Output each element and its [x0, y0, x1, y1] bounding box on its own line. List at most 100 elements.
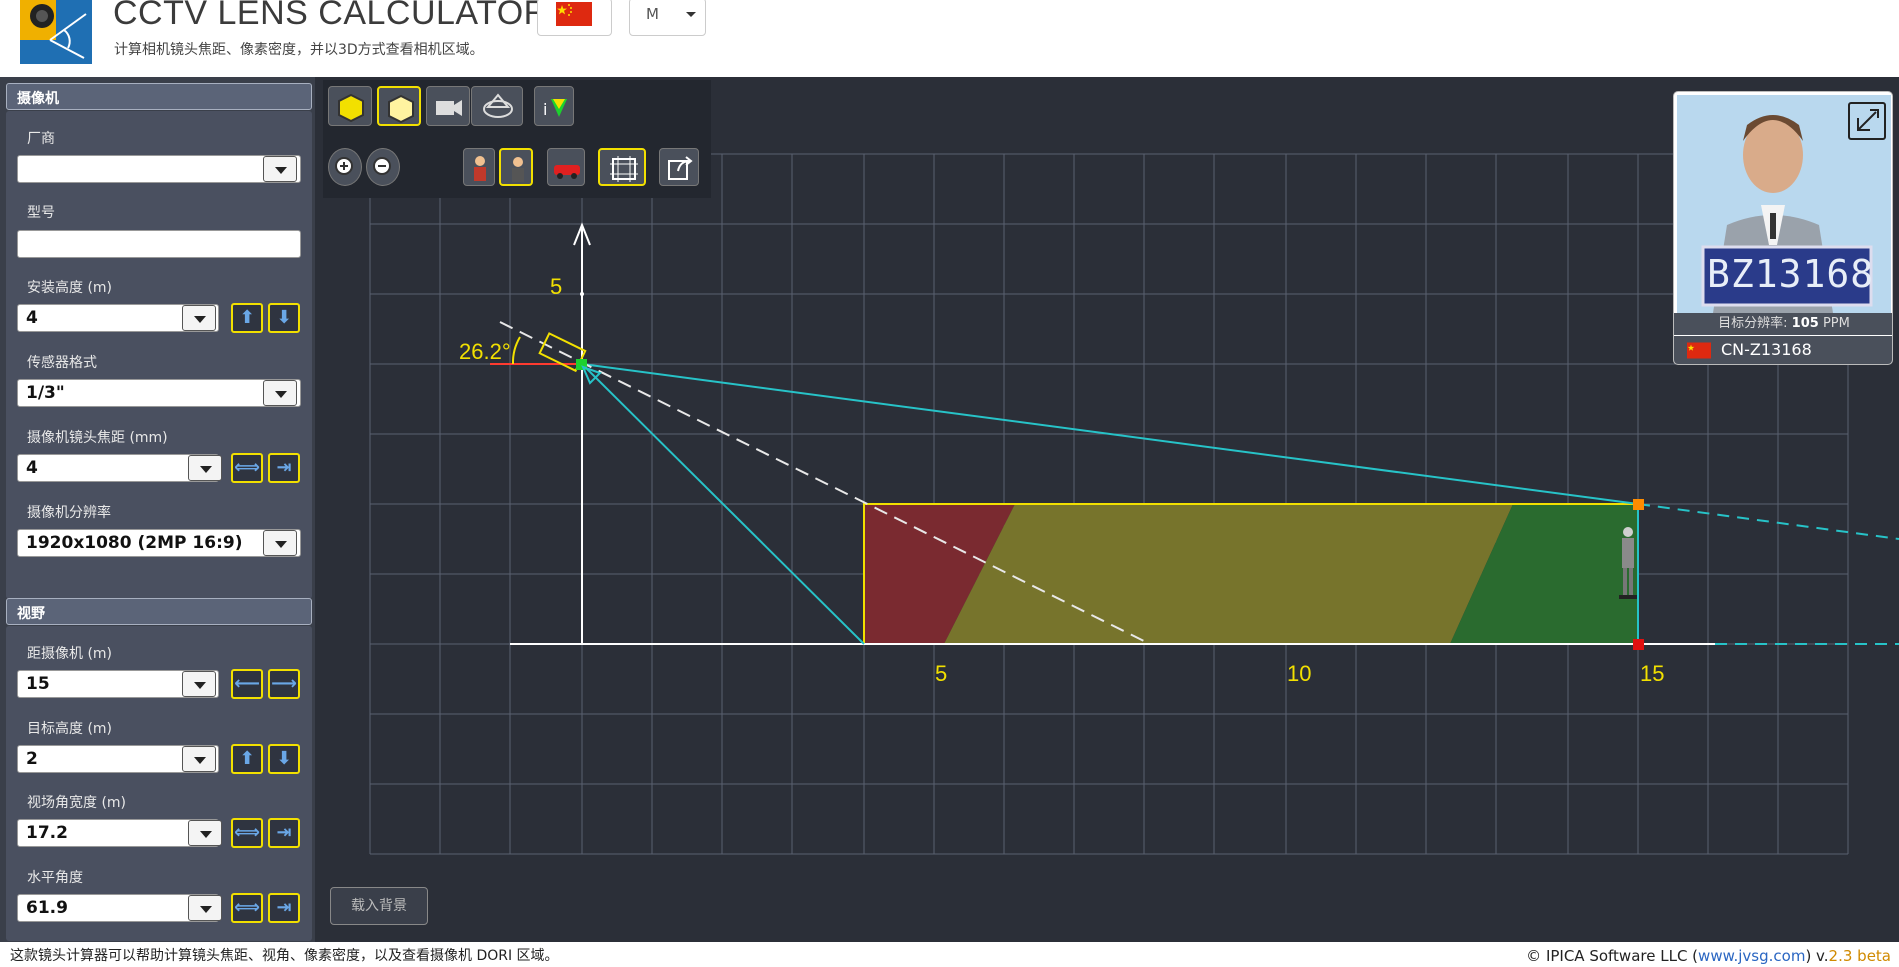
scene-svg: 26.2° 5 5 10 15	[369, 153, 1899, 855]
fov-width-widen-button[interactable]: ⟺	[231, 818, 263, 848]
y-tick-label: 5	[550, 274, 562, 299]
x-tick-label-15: 15	[1640, 661, 1664, 686]
face-icon	[513, 157, 523, 167]
distance-label: 距摄像机 (m)	[27, 646, 113, 662]
model-input[interactable]	[17, 230, 301, 258]
china-flag-icon	[1687, 342, 1711, 359]
target-height-dropdown-button[interactable]	[182, 746, 216, 772]
target-person-button[interactable]	[463, 148, 495, 186]
footer-copyright: © IPICA Software LLC (www.jvsg.com) v.2.…	[1526, 947, 1891, 965]
info-icon: i	[543, 100, 547, 119]
site-link[interactable]: www.jvsg.com	[1698, 947, 1805, 965]
unit-value: M	[646, 5, 659, 23]
focal-dropdown-button[interactable]	[188, 455, 222, 481]
vendor-dropdown-button[interactable]	[263, 156, 297, 182]
target-car-button[interactable]	[547, 148, 585, 186]
plate-id: CN-Z13168	[1721, 340, 1812, 359]
h-angle-narrow-button[interactable]: ⇥	[268, 893, 300, 923]
plate-row[interactable]: CN-Z13168	[1674, 336, 1892, 364]
target-height-down-button[interactable]: ⬇	[268, 744, 300, 774]
copyright-text: © IPICA Software LLC (	[1526, 947, 1699, 965]
toolbar: i	[323, 80, 711, 198]
share-button[interactable]	[659, 148, 699, 186]
car-icon	[554, 165, 580, 175]
focal-narrow-button[interactable]: ⇥	[268, 453, 300, 483]
version-prefix: ) v.	[1805, 947, 1829, 965]
focal-widen-button[interactable]: ⟺	[231, 453, 263, 483]
view-top-button[interactable]	[377, 86, 421, 126]
fov-width-dropdown-button[interactable]	[188, 820, 222, 846]
fov-cone-icon	[483, 100, 513, 118]
person-icon	[475, 156, 485, 166]
zoom-out-button[interactable]	[366, 148, 400, 186]
target-height-up-button[interactable]: ⬆	[231, 744, 263, 774]
resolution-dropdown-button[interactable]	[263, 530, 297, 556]
vendor-label: 厂商	[27, 131, 55, 147]
model-label: 型号	[27, 205, 55, 221]
language-button[interactable]	[537, 0, 612, 36]
zone-yellow	[944, 504, 1513, 644]
ppm-unit: PPM	[1822, 316, 1850, 331]
section-camera-header[interactable]: 摄像机	[6, 83, 312, 110]
mount-height-up-button[interactable]: ⬆	[231, 303, 263, 333]
preview-plate-text: BZ13168	[1707, 252, 1875, 296]
grid-icon	[612, 158, 636, 180]
dori-info-button[interactable]: i	[534, 86, 574, 126]
sensor-label: 传感器格式	[27, 355, 97, 371]
ppm-row: 目标分辨率: 105 PPM	[1674, 313, 1892, 335]
ppm-value: 105	[1791, 316, 1819, 331]
version-text: 2.3 beta	[1828, 947, 1891, 965]
resolution-preview-panel: BZ13168 目标分辨率: 105 PPM CN-Z13168	[1673, 91, 1893, 365]
view-fov-button[interactable]	[471, 86, 523, 126]
camera-view-icon	[436, 101, 454, 115]
x-tick-label-5: 5	[935, 661, 947, 686]
section-view-header[interactable]: 视野	[6, 598, 312, 625]
distance-dropdown-button[interactable]	[182, 671, 216, 697]
fov-width-narrow-button[interactable]: ⇥	[268, 818, 300, 848]
vendor-select[interactable]	[17, 155, 301, 183]
angle-label: 26.2°	[459, 339, 511, 364]
sensor-dropdown-button[interactable]	[263, 380, 297, 406]
app-title: CCTV LENS CALCULATOR	[113, 0, 549, 32]
scene-canvas[interactable]: 26.2° 5 5 10 15	[315, 77, 1899, 942]
focal-label: 摄像机镜头焦距 (mm)	[27, 430, 168, 446]
mount-height-dropdown-button[interactable]	[182, 305, 216, 331]
view-camera-button[interactable]	[426, 86, 470, 126]
distance-increase-button[interactable]: ⟶	[268, 669, 300, 699]
app-subtitle: 计算相机镜头焦距、像素密度，并以3D方式查看相机区域。	[114, 42, 484, 58]
target-face-button[interactable]	[499, 148, 533, 186]
fov-width-label: 视场角宽度 (m)	[27, 795, 127, 811]
grid-toggle-button[interactable]	[598, 148, 646, 186]
chevron-down-icon	[686, 12, 696, 17]
h-angle-label: 水平角度	[27, 870, 83, 886]
mount-height-down-button[interactable]: ⬇	[268, 303, 300, 333]
app-logo	[20, 0, 92, 64]
zoom-in-button[interactable]	[328, 148, 362, 186]
center-axis-line	[499, 321, 1151, 645]
sensor-select[interactable]: 1/3"	[17, 379, 301, 407]
mount-height-label: 安装高度 (m)	[27, 280, 113, 296]
unit-dropdown[interactable]: M	[629, 0, 706, 36]
view-3d-button[interactable]	[328, 86, 372, 126]
x-tick-label-10: 10	[1287, 661, 1311, 686]
expand-icon[interactable]	[1848, 102, 1886, 140]
china-flag-icon	[556, 2, 592, 26]
y-tick-mark	[580, 292, 584, 296]
distance-decrease-button[interactable]: ⟵	[231, 669, 263, 699]
h-angle-widen-button[interactable]: ⟺	[231, 893, 263, 923]
target-top-handle[interactable]	[1633, 499, 1644, 510]
angle-arc	[511, 336, 521, 365]
resolution-select[interactable]: 1920x1080 (2MP 16:9)	[17, 529, 301, 557]
ppm-label: 目标分辨率:	[1718, 316, 1788, 331]
load-background-button[interactable]: 载入背景	[330, 887, 428, 925]
h-angle-dropdown-button[interactable]	[188, 895, 222, 921]
target-height-label: 目标高度 (m)	[27, 721, 113, 737]
footer-description: 这款镜头计算器可以帮助计算镜头焦距、视角、像素密度，以及查看摄像机 DORI 区…	[10, 948, 559, 964]
cube-icon	[338, 93, 364, 123]
footer: 这款镜头计算器可以帮助计算镜头焦距、视角、像素密度，以及查看摄像机 DORI 区…	[0, 942, 1899, 967]
header: CCTV LENS CALCULATOR 计算相机镜头焦距、像素密度，并以3D方…	[0, 0, 1899, 77]
cube-top-icon	[388, 94, 414, 124]
target-bottom-handle[interactable]	[1633, 639, 1644, 650]
fov-extension-line	[1637, 503, 1899, 540]
sidebar: 摄像机 厂商 型号 安装高度 (m) 4 ⬆ ⬇ 传感器格式 1/3" 摄像机镜…	[0, 77, 315, 942]
